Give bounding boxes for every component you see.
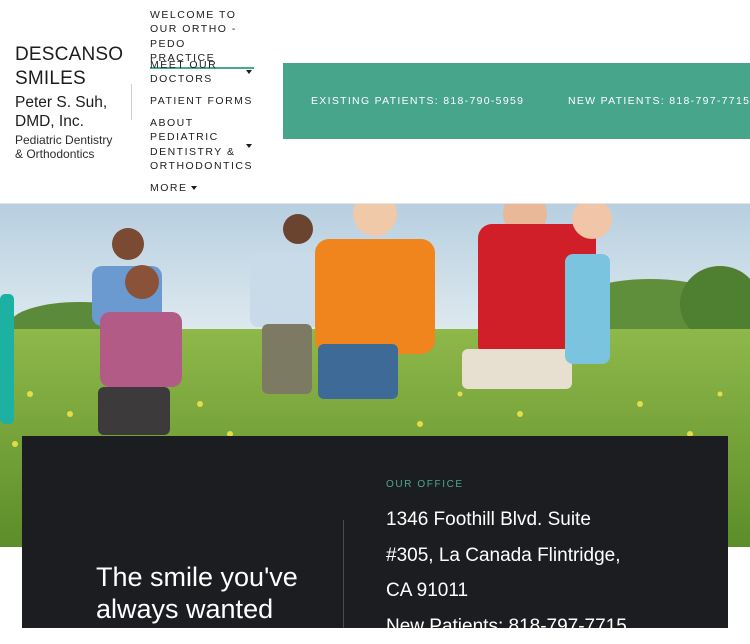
logo-title-line-1: DESCANSO xyxy=(15,43,127,67)
address-line-2: #305, La Canada Flintridge, xyxy=(386,538,706,574)
office-address: 1346 Foothill Blvd. Suite #305, La Canad… xyxy=(386,502,706,644)
new-patients-phone[interactable]: New Patients: 818-797-7715 xyxy=(386,609,706,644)
nav-forms-label: PATIENT FORMS xyxy=(150,94,254,108)
tagline: The smile you've always wanted xyxy=(96,561,336,625)
nav-about-line-1: ABOUT xyxy=(150,116,254,130)
existing-patients-link[interactable]: EXISTING PATIENTS: 818-790-5959 xyxy=(311,95,524,107)
doctor-name-line-2: DMD, Inc. xyxy=(15,112,127,131)
logo[interactable]: DESCANSO SMILES Peter S. Suh, DMD, Inc. … xyxy=(15,43,127,161)
nav-welcome-line-2: OUR ORTHO - xyxy=(150,22,254,36)
nav-about-line-2: PEDIATRIC xyxy=(150,130,254,144)
logo-divider xyxy=(131,84,132,120)
chevron-down-icon xyxy=(191,186,197,190)
tagline-line-1: The smile you've xyxy=(96,561,336,593)
nav-about-line-3: DENTISTRY & xyxy=(150,145,254,159)
nav-item-patient-forms[interactable]: PATIENT FORMS xyxy=(150,94,254,108)
nav-about-line-4: ORTHODONTICS xyxy=(150,159,254,173)
tagline-line-2: always wanted xyxy=(96,593,336,625)
site-header: DESCANSO SMILES Peter S. Suh, DMD, Inc. … xyxy=(0,0,750,204)
practice-tag-line-2: & Orthodontics xyxy=(15,147,127,161)
nav-doctors-line-1: MEET OUR xyxy=(150,58,254,72)
nav-item-doctors[interactable]: MEET OUR DOCTORS xyxy=(150,58,254,87)
office-info-card: The smile you've always wanted OUR OFFIC… xyxy=(22,436,728,628)
chevron-down-icon xyxy=(246,144,252,148)
doctor-name-line-1: Peter S. Suh, xyxy=(15,93,127,112)
new-patients-link[interactable]: NEW PATIENTS: 818-797-7715 xyxy=(568,95,750,107)
card-divider xyxy=(343,520,344,628)
nav-item-about[interactable]: ABOUT PEDIATRIC DENTISTRY & ORTHODONTICS xyxy=(150,116,254,173)
address-line-1: 1346 Foothill Blvd. Suite xyxy=(386,502,706,538)
address-line-3: CA 91011 xyxy=(386,573,706,609)
practice-tag-line-1: Pediatric Dentistry xyxy=(15,133,127,147)
office-label: OUR OFFICE xyxy=(386,479,464,490)
nav-doctors-line-2: DOCTORS xyxy=(150,72,254,86)
chevron-down-icon xyxy=(246,70,252,74)
nav-welcome-line-1: WELCOME TO xyxy=(150,8,254,22)
logo-title-line-2: SMILES xyxy=(15,67,127,91)
contact-band: EXISTING PATIENTS: 818-790-5959 NEW PATI… xyxy=(283,63,750,139)
nav-item-more[interactable]: MORE xyxy=(150,181,254,195)
nav-more-label: MORE xyxy=(150,182,188,194)
